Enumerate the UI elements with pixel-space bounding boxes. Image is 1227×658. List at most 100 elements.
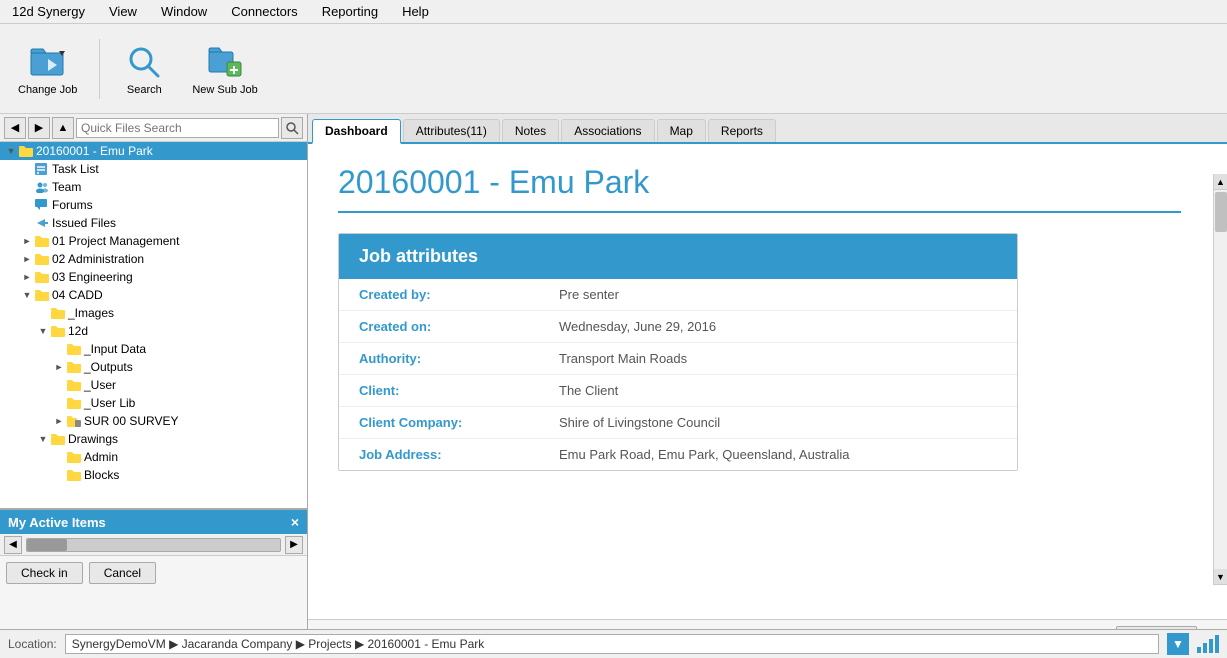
tree-item-blocks[interactable]: Blocks [0,466,307,484]
status-bar: Location: ▼ [0,629,1227,657]
scrollbar-track[interactable] [1214,190,1227,569]
tree-item-drawings-label: Drawings [68,432,118,446]
quick-files-search-input[interactable] [76,118,279,138]
tree-toggle-04[interactable]: ▼ [20,288,34,302]
tree-item-01-proj-mgmt[interactable]: ► 01 Project Management [0,232,307,250]
attr-label-created-by: Created by: [359,287,559,302]
tab-bar: Dashboard Attributes(11) Notes Associati… [308,114,1227,144]
tree-item-02-admin[interactable]: ► 02 Administration [0,250,307,268]
tree-item-user[interactable]: _User [0,376,307,394]
menu-help[interactable]: Help [398,2,433,21]
job-title-divider [338,211,1181,213]
tree-toggle-sur[interactable]: ► [52,414,66,428]
folder-yellow13-icon [66,467,82,483]
tree-toggle-empty [20,162,34,176]
tree-item-root[interactable]: ▼ 20160001 - Emu Park [0,142,307,160]
new-sub-job-button[interactable]: New Sub Job [184,31,265,106]
tree-search-button[interactable] [281,117,303,139]
tree-item-sur-survey[interactable]: ► SUR 00 SURVEY [0,412,307,430]
tree-item-04-cadd[interactable]: ▼ 04 CADD [0,286,307,304]
tree-item-forums[interactable]: Forums [0,196,307,214]
forum-icon [34,197,50,213]
checklist-icon [34,161,50,177]
attr-value-created-on: Wednesday, June 29, 2016 [559,319,716,334]
attr-row-created-by: Created by: Pre senter [339,279,1017,311]
tree-toggle-01[interactable]: ► [20,234,34,248]
tree-item-outputs[interactable]: ► _Outputs [0,358,307,376]
folder-special-icon [66,413,82,429]
tree-toggle-empty6 [52,342,66,356]
menu-reporting[interactable]: Reporting [318,2,382,21]
folder-yellow10-icon [66,395,82,411]
tree-nav-back[interactable]: ◀ [4,117,26,139]
active-items-actions: Check in Cancel [0,556,307,590]
tree-item-user-lib[interactable]: _User Lib [0,394,307,412]
main-tab-associations[interactable]: Associations [561,119,654,142]
tree-item-task-list[interactable]: Task List [0,160,307,178]
attr-value-job-address: Emu Park Road, Emu Park, Queensland, Aus… [559,447,849,462]
tree-toggle-12d[interactable]: ▼ [36,324,50,338]
bar1 [1197,647,1201,653]
attr-label-client: Client: [359,383,559,398]
scroll-up-arrow[interactable]: ▲ [1214,174,1227,190]
toolbar: Change Job Search New Sub Job [0,24,1227,114]
tree-item-03-eng[interactable]: ► 03 Engineering [0,268,307,286]
bar2 [1203,643,1207,653]
menu-bar: 12d Synergy View Window Connectors Repor… [0,0,1227,24]
location-field[interactable] [65,634,1159,654]
attr-row-client: Client: The Client [339,375,1017,407]
menu-view[interactable]: View [105,2,141,21]
tree-item-input-data[interactable]: _Input Data [0,340,307,358]
tree-nav-up[interactable]: ▲ [52,117,74,139]
tree-item-admin[interactable]: Admin [0,448,307,466]
tree-container[interactable]: ▼ 20160001 - Emu Park Task List Team [0,142,307,509]
tree-item-drawings[interactable]: ▼ Drawings [0,430,307,448]
search-button[interactable]: Search [114,31,174,106]
active-items-title: My Active Items [8,515,106,530]
tree-item-user-lib-label: _User Lib [84,396,135,410]
tree-toggle-outputs[interactable]: ► [52,360,66,374]
tree-nav-forward[interactable]: ▶ [28,117,50,139]
menu-window[interactable]: Window [157,2,211,21]
scroll-left-arrow[interactable]: ◀ [4,536,22,554]
folder-yellow3-icon [34,269,50,285]
tree-toggle-02[interactable]: ► [20,252,34,266]
toolbar-separator-1 [99,39,100,99]
attr-value-client: The Client [559,383,618,398]
menu-synergy[interactable]: 12d Synergy [8,2,89,21]
main-tab-dashboard[interactable]: Dashboard [312,119,401,144]
main-tab-attributes[interactable]: Attributes(11) [403,119,500,142]
tree-item-12d[interactable]: ▼ 12d [0,322,307,340]
job-attributes-header: Job attributes [339,234,1017,279]
folder-yellow2-icon [34,251,50,267]
cancel-button[interactable]: Cancel [89,562,156,584]
tree-item-images[interactable]: _Images [0,304,307,322]
change-job-button[interactable]: Change Job [10,31,85,106]
tree-item-blocks-label: Blocks [84,468,119,482]
active-items-close-button[interactable]: × [291,514,299,530]
scroll-track[interactable] [26,538,281,552]
location-dropdown-button[interactable]: ▼ [1167,633,1189,655]
tree-toggle-root[interactable]: ▼ [4,144,18,158]
tree-item-issued-files[interactable]: Issued Files [0,214,307,232]
people-icon [34,179,50,195]
dashboard-content: 20160001 - Emu Park Job attributes Creat… [308,144,1227,491]
right-scrollbar[interactable]: ▲ ▼ [1213,174,1227,585]
tree-item-12d-label: 12d [68,324,88,338]
scroll-right-arrow[interactable]: ▶ [285,536,303,554]
main-tab-map[interactable]: Map [657,119,706,142]
main-tab-notes[interactable]: Notes [502,119,559,142]
active-items-panel: My Active Items × ◀ ▶ Check in Cancel [0,509,307,629]
attr-value-authority: Transport Main Roads [559,351,687,366]
tree-item-admin-label: Admin [84,450,118,464]
tree-item-forums-label: Forums [52,198,93,212]
tree-toggle-drawings[interactable]: ▼ [36,432,50,446]
main-tab-reports[interactable]: Reports [708,119,776,142]
active-items-header: My Active Items × [0,510,307,534]
check-in-button[interactable]: Check in [6,562,83,584]
tree-toggle-03[interactable]: ► [20,270,34,284]
folder-yellow9-icon [66,377,82,393]
menu-connectors[interactable]: Connectors [227,2,301,21]
tree-item-team[interactable]: Team [0,178,307,196]
scroll-down-arrow[interactable]: ▼ [1214,569,1227,585]
